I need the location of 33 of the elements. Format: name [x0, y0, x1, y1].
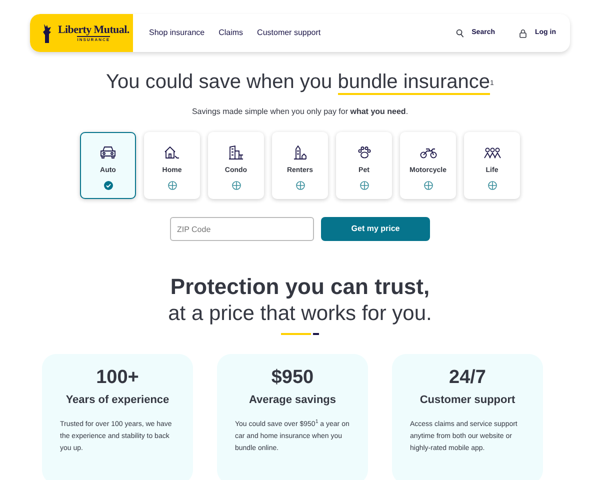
- check-icon: [104, 180, 112, 190]
- plus-icon: [296, 180, 304, 190]
- stat-label: Average savings: [248, 393, 336, 408]
- lock-icon: [519, 28, 527, 38]
- stat-value: $950: [271, 368, 314, 387]
- stat-value: 24/7: [449, 368, 486, 387]
- motorcycle-icon: [420, 146, 436, 158]
- stat-label: Years of experience: [66, 393, 170, 408]
- plus-icon: [488, 180, 496, 190]
- get-price-button[interactable]: Get my price: [321, 217, 430, 241]
- plus-icon: [424, 180, 432, 190]
- people-icon: [484, 146, 500, 158]
- plus-icon: [360, 180, 368, 190]
- section-subtitle: at a price that works for you.: [168, 303, 432, 324]
- statue-icon: [42, 23, 54, 43]
- subtitle: Savings made simple when you only pay for what you need.: [192, 106, 408, 118]
- headline: You could save when you bundle insurance$^{1}$: [106, 70, 494, 95]
- building-icon: [228, 145, 244, 160]
- house-icon: [164, 146, 180, 159]
- car-icon: [100, 146, 116, 159]
- stat-value: 100+: [96, 368, 139, 387]
- nav-link[interactable]: Customer support: [257, 27, 321, 39]
- nav-link[interactable]: Claims: [218, 27, 244, 39]
- tower-icon: [293, 145, 307, 160]
- nav-link[interactable]: Shop insurance: [149, 27, 205, 39]
- search-icon: [456, 28, 464, 38]
- plus-icon: [168, 180, 176, 190]
- stat-label: Customer support: [420, 393, 516, 408]
- zip-code-field[interactable]: ZIP Code: [170, 217, 314, 241]
- section-title: Protection you can trust,: [170, 276, 430, 298]
- paw-icon: [356, 146, 372, 159]
- plus-icon: [232, 180, 240, 190]
- logo-name: Liberty Mutual.: [58, 24, 130, 36]
